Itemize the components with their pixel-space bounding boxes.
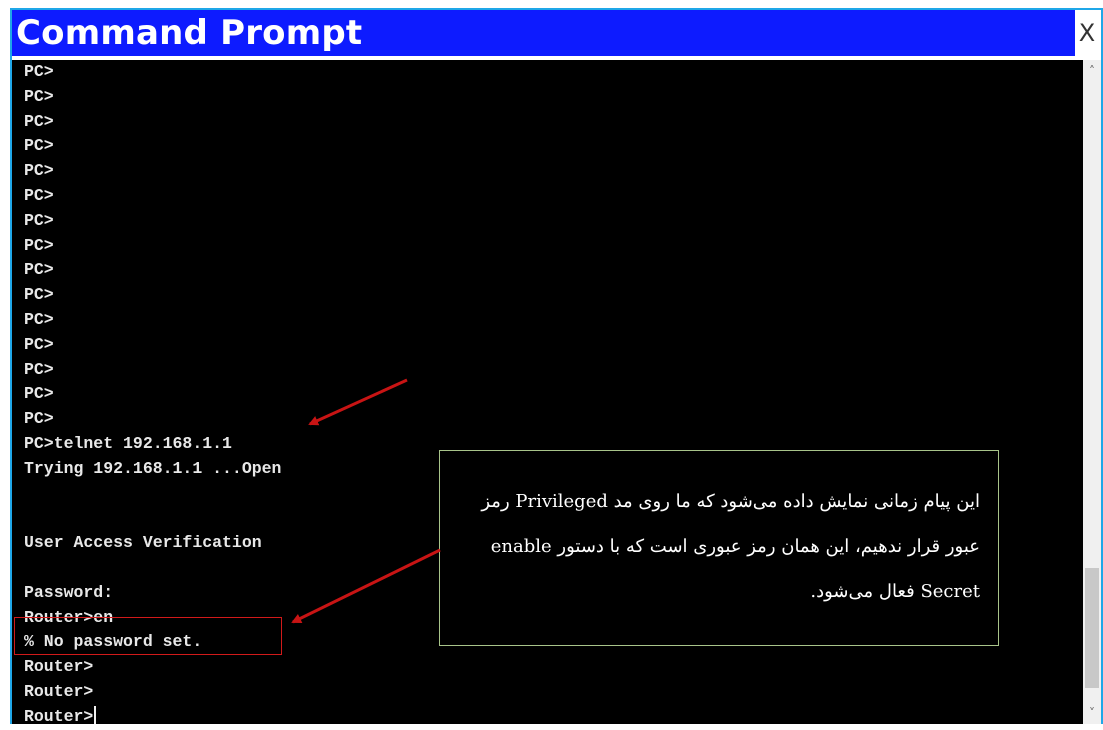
arrow-to-telnet (308, 378, 408, 426)
arrow-to-no-password (291, 548, 441, 624)
annotation-arrows (291, 378, 441, 624)
